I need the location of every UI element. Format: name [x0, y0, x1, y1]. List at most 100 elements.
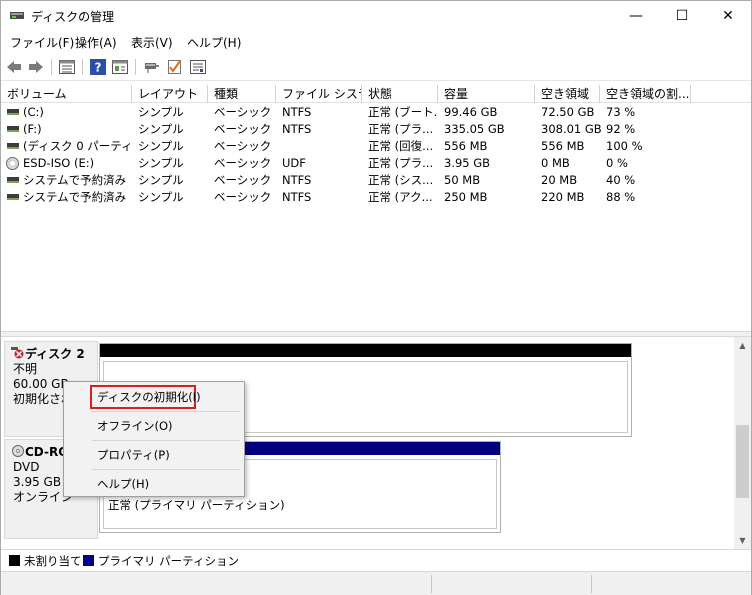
cell-filesystem: NTFS [282, 105, 312, 119]
window-title: ディスクの管理 [31, 10, 115, 24]
list-view-icon [59, 60, 75, 74]
menu-bar: ファイル(F) 操作(A) 表示(V) ヘルプ(H) [1, 31, 751, 52]
help-button[interactable]: ? [89, 58, 107, 76]
connect-button[interactable] [143, 58, 161, 76]
cell-free-space: 20 MB [541, 173, 578, 187]
cell-free-percent: 0 % [606, 156, 628, 170]
cell-capacity: 3.95 GB [444, 156, 491, 170]
disk-error-icon [11, 347, 24, 359]
col-header-filesystem[interactable]: ファイル システム [276, 85, 362, 103]
close-button[interactable]: ✕ [705, 1, 751, 31]
menu-item-offline[interactable]: オフライン(O) [97, 418, 173, 434]
cell-type: ベーシック [214, 156, 272, 170]
menu-item-help[interactable]: ヘルプ(H) [97, 476, 149, 492]
col-header-free-percent[interactable]: 空き領域の割... [600, 85, 691, 103]
cell-free-space: 72.50 GB [541, 105, 595, 119]
minimize-button[interactable]: — [613, 1, 659, 31]
cell-filesystem: NTFS [282, 173, 312, 187]
col-header-status[interactable]: 状態 [362, 85, 438, 103]
cell-type: ベーシック [214, 190, 272, 204]
maximize-button[interactable]: ☐ [659, 1, 705, 31]
help-icon: ? [90, 59, 106, 75]
toolbar-separator [135, 59, 136, 75]
volume-list: ボリューム レイアウト 種類 ファイル システム 状態 容量 空き領域 空き領域… [1, 83, 751, 331]
cell-layout: シンプル [138, 156, 184, 170]
cell-volume: (C:) [23, 105, 44, 119]
table-row[interactable]: (F:) シンプル ベーシック NTFS 正常 (プラ... 335.05 GB… [1, 121, 751, 138]
volume-table-header: ボリューム レイアウト 種類 ファイル システム 状態 容量 空き領域 空き領域… [1, 85, 751, 103]
toolbar-separator [82, 59, 83, 75]
cell-status: 正常 (ブート... [368, 105, 438, 119]
legend: 未割り当て プライマリ パーティション [1, 549, 751, 571]
cell-volume: (ディスク 0 パーティシ... [23, 139, 131, 153]
menu-action[interactable]: 操作(A) [75, 34, 117, 51]
cell-volume: (F:) [23, 122, 42, 136]
cell-type: ベーシック [214, 139, 272, 153]
drive-icon [7, 126, 19, 132]
cell-capacity: 335.05 GB [444, 122, 505, 136]
svg-text:?: ? [95, 61, 102, 75]
disk-2-type: 不明 [13, 362, 38, 376]
chevron-up-icon: ▲ [739, 341, 746, 350]
col-header-volume[interactable]: ボリューム [1, 85, 132, 103]
menu-help[interactable]: ヘルプ(H) [187, 34, 241, 51]
list-view-button[interactable] [58, 58, 76, 76]
cell-filesystem: NTFS [282, 122, 312, 136]
cell-capacity: 556 MB [444, 139, 488, 153]
properties-icon [112, 60, 128, 74]
properties-button[interactable] [111, 58, 129, 76]
drive-icon [7, 194, 19, 200]
col-header-layout[interactable]: レイアウト [132, 85, 208, 103]
cd-drive-icon [12, 445, 24, 457]
cell-status: 正常 (アク... [368, 190, 433, 204]
check-button[interactable] [166, 58, 184, 76]
cell-free-space: 0 MB [541, 156, 570, 170]
menu-file[interactable]: ファイル(F) [10, 34, 74, 51]
scroll-down-button[interactable]: ▼ [734, 532, 751, 549]
menu-separator [92, 440, 240, 441]
settings-button[interactable] [189, 58, 207, 76]
toolbar: ? [1, 54, 751, 81]
col-header-type[interactable]: 種類 [208, 85, 276, 103]
menu-separator [92, 411, 240, 412]
cell-status: 正常 (プラ... [368, 122, 434, 136]
maximize-icon: ☐ [675, 8, 689, 24]
col-header-capacity[interactable]: 容量 [438, 85, 535, 103]
title-bar: ディスクの管理 — ☐ ✕ [1, 1, 751, 31]
forward-arrow-icon [29, 61, 43, 73]
disk-2-region-bar [100, 344, 631, 357]
forward-button[interactable] [27, 58, 45, 76]
status-separator [591, 575, 592, 593]
cell-layout: シンプル [138, 190, 184, 204]
cell-layout: シンプル [138, 122, 184, 136]
cell-status: 正常 (シス... [368, 173, 434, 187]
close-icon: ✕ [722, 8, 734, 24]
legend-swatch-unallocated [9, 555, 20, 566]
table-row[interactable]: (C:) シンプル ベーシック NTFS 正常 (ブート... 99.46 GB… [1, 104, 751, 121]
menu-view[interactable]: 表示(V) [131, 34, 173, 51]
cell-free-space: 556 MB [541, 139, 585, 153]
menu-item-initialize-disk[interactable]: ディスクの初期化(I) [97, 389, 201, 405]
cell-type: ベーシック [214, 105, 272, 119]
cell-free-percent: 73 % [606, 105, 636, 119]
cell-volume: ESD-ISO (E:) [23, 156, 95, 170]
back-button[interactable] [5, 58, 23, 76]
col-header-free-space[interactable]: 空き領域 [535, 85, 600, 103]
disk-pane-scrollbar[interactable]: ▲ ▼ [734, 337, 751, 549]
table-row[interactable]: ESD-ISO (E:) シンプル ベーシック UDF 正常 (プラ... 3.… [1, 155, 751, 172]
cell-free-space: 308.01 GB [541, 122, 602, 136]
scroll-up-button[interactable]: ▲ [734, 337, 751, 354]
menu-item-properties[interactable]: プロパティ(P) [97, 447, 170, 463]
scroll-thumb[interactable] [736, 425, 749, 498]
cd-rom-name: CD-RO [25, 445, 69, 459]
table-row[interactable]: システムで予約済み シンプル ベーシック NTFS 正常 (シス... 50 M… [1, 172, 751, 189]
cell-volume: システムで予約済み ... [23, 190, 131, 204]
cell-free-space: 220 MB [541, 190, 585, 204]
disk-management-window: ディスクの管理 — ☐ ✕ ファイル(F) 操作(A) 表示(V) ヘルプ(H)… [0, 0, 752, 595]
cell-layout: シンプル [138, 173, 184, 187]
table-row[interactable]: システムで予約済み ... シンプル ベーシック NTFS 正常 (アク... … [1, 189, 751, 206]
cd-rom-partition-status: 正常 (プライマリ パーティション) [108, 498, 285, 512]
cell-volume: システムで予約済み [23, 173, 127, 187]
cell-capacity: 99.46 GB [444, 105, 498, 119]
table-row[interactable]: (ディスク 0 パーティシ... シンプル ベーシック 正常 (回復... 55… [1, 138, 751, 155]
